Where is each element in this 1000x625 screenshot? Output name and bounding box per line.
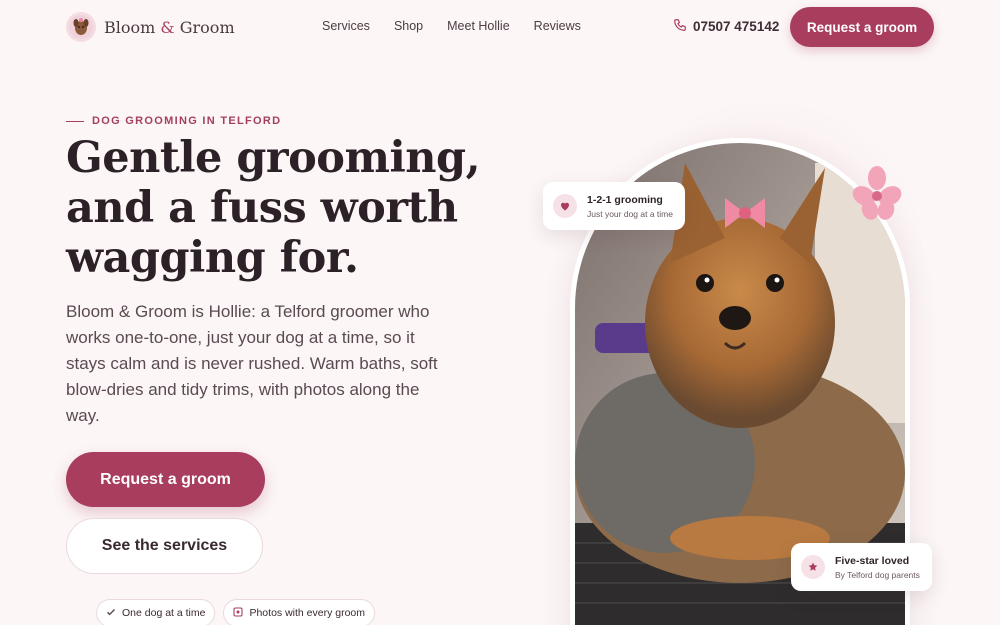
photo-icon bbox=[233, 606, 244, 620]
main-nav: Services Shop Meet Hollie Reviews bbox=[322, 19, 581, 33]
star-icon bbox=[801, 555, 825, 579]
phone-icon bbox=[673, 18, 687, 35]
nav-shop[interactable]: Shop bbox=[394, 19, 423, 33]
hero-headline: Gentle grooming, and a fuss worth waggin… bbox=[66, 133, 481, 283]
eyebrow-text: DOG GROOMING IN TELFORD bbox=[92, 115, 282, 127]
pill-photos: Photos with every groom bbox=[223, 599, 376, 625]
card-b-subtitle: By Telford dog parents bbox=[835, 569, 920, 580]
phone-link[interactable]: 07507 475142 bbox=[673, 18, 779, 35]
card-a-title: 1-2-1 grooming bbox=[587, 193, 663, 206]
eyebrow: DOG GROOMING IN TELFORD bbox=[66, 115, 281, 127]
card-a-subtitle: Just your dog at a time bbox=[587, 208, 673, 219]
pill-one-dog: One dog at a time bbox=[96, 599, 216, 625]
check-icon bbox=[106, 607, 116, 620]
feature-pills: One dog at a time Photos with every groo… bbox=[96, 599, 376, 625]
brand-ampersand: & bbox=[160, 17, 175, 37]
phone-number: 07507 475142 bbox=[693, 19, 780, 34]
nav-reviews[interactable]: Reviews bbox=[534, 19, 581, 33]
nav-services[interactable]: Services bbox=[322, 19, 370, 33]
one-to-one-card: 1-2-1 grooming Just your dog at a time bbox=[543, 182, 685, 230]
flower-icon bbox=[852, 166, 902, 227]
header-request-groom-button[interactable]: Request a groom bbox=[790, 7, 934, 47]
logo[interactable]: Bloom & Groom bbox=[66, 12, 235, 42]
card-b-title: Five-star loved bbox=[835, 554, 910, 567]
site-header: Bloom & Groom Services Shop Meet Hollie … bbox=[0, 0, 1000, 56]
brand-name: Bloom & Groom bbox=[104, 17, 235, 37]
hero-lead: Bloom & Groom is Hollie: a Telford groom… bbox=[66, 302, 438, 425]
nav-meet-hollie[interactable]: Meet Hollie bbox=[447, 19, 510, 33]
eyebrow-line bbox=[66, 120, 84, 122]
five-star-card: Five-star loved By Telford dog parents bbox=[791, 543, 932, 591]
see-services-button[interactable]: See the services bbox=[66, 518, 263, 574]
heart-icon bbox=[553, 194, 577, 218]
request-groom-button[interactable]: Request a groom bbox=[66, 452, 265, 507]
logo-dog-icon bbox=[66, 12, 96, 42]
